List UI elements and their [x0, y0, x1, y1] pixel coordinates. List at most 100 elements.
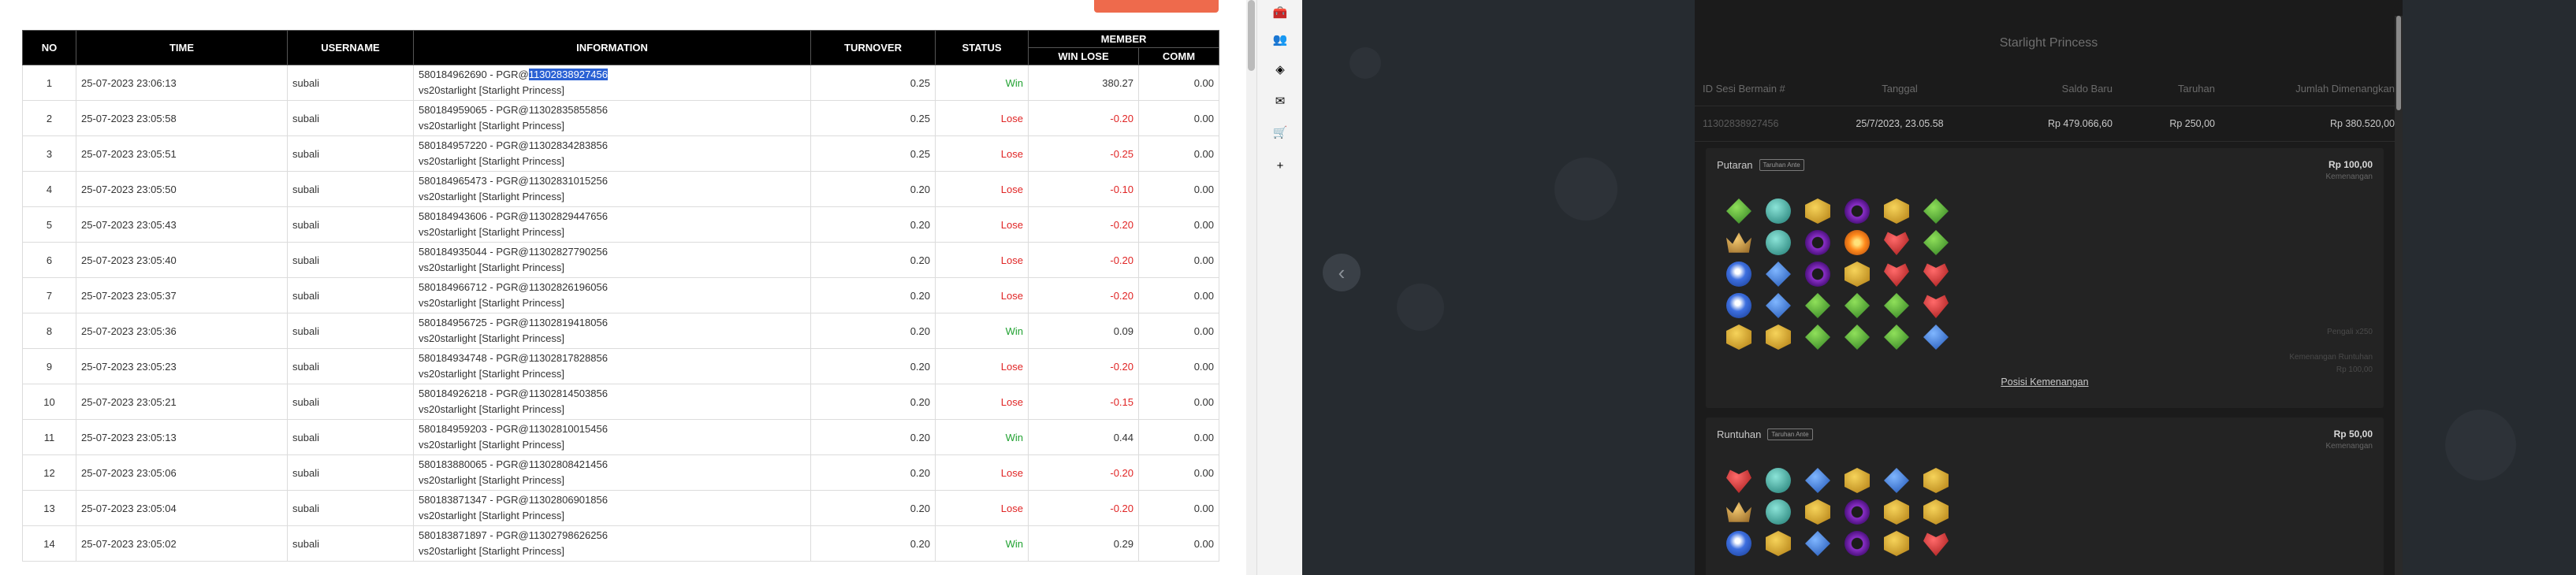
table-row[interactable]: 10 25-07-2023 23:05:21 subali 580184926218 …: [22, 384, 1219, 420]
row-username: subali: [287, 242, 414, 278]
round-id[interactable]: 11302827790256: [529, 246, 608, 258]
row-comm: 0.00: [1138, 419, 1219, 455]
table-row[interactable]: 6 25-07-2023 23:05:40 subali 580184935044 -…: [22, 242, 1219, 278]
row-username: subali: [287, 277, 414, 313]
row-username: subali: [287, 490, 414, 526]
bet-reference[interactable]: 580183880065 - PGR@11302808421456: [419, 457, 806, 473]
table-row[interactable]: 7 25-07-2023 23:05:37 subali 580184966712 -…: [22, 277, 1219, 313]
table-row[interactable]: 4 25-07-2023 23:05:50 subali 580184965473 -…: [22, 171, 1219, 207]
action-button[interactable]: [1094, 0, 1219, 13]
row-username: subali: [287, 454, 414, 491]
row-comm: 0.00: [1138, 65, 1219, 101]
bet-reference[interactable]: 580184966712 - PGR@11302826196056: [419, 280, 806, 295]
round-id[interactable]: 11302810015456: [529, 423, 608, 435]
table-row[interactable]: 11 25-07-2023 23:05:13 subali 580184959203 …: [22, 419, 1219, 455]
row-time: 25-07-2023 23:05:36: [76, 313, 288, 349]
col-header-information[interactable]: INFORMATION: [413, 30, 811, 65]
row-turnover: 0.20: [810, 348, 936, 384]
ante-bet-tag: Taruhan Ante: [1767, 428, 1813, 440]
row-information: 580184965473 - PGR@11302831015256 vs20sta…: [413, 171, 811, 207]
row-time: 25-07-2023 23:05:51: [76, 135, 288, 172]
round-id[interactable]: 11302829447656: [529, 210, 608, 222]
page-scrollbar[interactable]: [1246, 0, 1256, 575]
date-value: 25/7/2023, 23.05.58: [1856, 118, 1944, 129]
row-status: Win: [935, 419, 1029, 455]
row-win-lose: 0.44: [1028, 419, 1139, 455]
row-information: 580183871897 - PGR@11302798626256 vs20sta…: [413, 525, 811, 562]
row-win-lose: -0.20: [1028, 277, 1139, 313]
row-time: 25-07-2023 23:05:21: [76, 384, 288, 420]
row-turnover: 0.20: [810, 171, 936, 207]
round-id[interactable]: 11302819418056: [529, 317, 608, 328]
bet-reference[interactable]: 580184965473 - PGR@11302831015256: [419, 173, 806, 189]
round-id[interactable]: 11302817828856: [529, 352, 608, 364]
row-no: 8: [22, 313, 76, 349]
row-status: Lose: [935, 242, 1029, 278]
shopping-icon[interactable]: 🛒: [1272, 124, 1288, 140]
bet-reference[interactable]: 580184943606 - PGR@11302829447656: [419, 209, 806, 224]
table-row[interactable]: 2 25-07-2023 23:05:58 subali 580184959065 -…: [22, 100, 1219, 136]
ante-bet-tag: Taruhan Ante: [1759, 159, 1804, 171]
game-name: vs20starlight [Starlight Princess]: [419, 439, 564, 451]
col-header-comm[interactable]: COMM: [1138, 47, 1219, 65]
round-id[interactable]: 11302814503856: [529, 388, 608, 399]
gold-hex-symbol-icon: [1726, 325, 1751, 350]
row-no: 4: [22, 171, 76, 207]
bet-reference[interactable]: 580184959065 - PGR@11302835855856: [419, 102, 806, 118]
table-row[interactable]: 13 25-07-2023 23:05:04 subali 580183871347 …: [22, 490, 1219, 526]
toolbox-icon[interactable]: 🧰: [1272, 5, 1288, 20]
round-id[interactable]: 11302806901856: [529, 494, 608, 506]
round-id[interactable]: 11302835855856: [529, 104, 608, 116]
bet-reference[interactable]: 580184956725 - PGR@11302819418056: [419, 315, 806, 331]
col-header-username[interactable]: USERNAME: [287, 30, 414, 65]
people-icon[interactable]: 👥: [1272, 32, 1288, 47]
col-header-win-lose[interactable]: WIN LOSE: [1028, 47, 1139, 65]
row-information: 580184966712 - PGR@11302826196056 vs20sta…: [413, 277, 811, 313]
table-row[interactable]: 3 25-07-2023 23:05:51 subali 580184957220 -…: [22, 135, 1219, 172]
game-name: vs20starlight [Starlight Princess]: [419, 120, 564, 132]
bet-reference[interactable]: 580184957220 - PGR@11302834283856: [419, 138, 806, 154]
table-row[interactable]: 5 25-07-2023 23:05:43 subali 580184943606 -…: [22, 206, 1219, 243]
row-time: 25-07-2023 23:06:13: [76, 65, 288, 101]
round-id[interactable]: 11302838927456: [528, 69, 608, 80]
round-id[interactable]: 11302834283856: [529, 139, 608, 151]
row-comm: 0.00: [1138, 525, 1219, 562]
round-id[interactable]: 11302831015256: [529, 175, 608, 187]
copilot-icon[interactable]: ◈: [1272, 61, 1288, 77]
bet-reference[interactable]: 580184959203 - PGR@11302810015456: [419, 421, 806, 437]
bet-reference[interactable]: 580183871347 - PGR@11302806901856: [419, 492, 806, 508]
tumble-amount: Rp 50,00: [2333, 428, 2373, 440]
panel-scrollbar-thumb[interactable]: [2396, 16, 2401, 110]
col-header-status[interactable]: STATUS: [935, 30, 1029, 65]
panel-scrollbar[interactable]: [2395, 16, 2403, 575]
round-id[interactable]: 11302798626256: [529, 529, 608, 541]
table-row[interactable]: 9 25-07-2023 23:05:23 subali 580184934748 -…: [22, 348, 1219, 384]
spin-title-row: Putaran Taruhan Ante: [1717, 159, 1804, 171]
table-row[interactable]: 1 25-07-2023 23:06:13 subali 580184962690 -…: [22, 65, 1219, 101]
winning-positions-link[interactable]: Posisi Kemenangan: [1706, 377, 2384, 388]
add-icon[interactable]: +: [1272, 158, 1288, 173]
round-id[interactable]: 11302826196056: [529, 281, 608, 293]
col-header-turnover[interactable]: TURNOVER: [810, 30, 936, 65]
table-row[interactable]: 8 25-07-2023 23:05:36 subali 580184956725 -…: [22, 313, 1219, 349]
bet-reference[interactable]: 580184962690 - PGR@11302838927456: [419, 67, 806, 83]
round-id[interactable]: 11302808421456: [529, 458, 608, 470]
page-scrollbar-thumb[interactable]: [1248, 0, 1255, 71]
purple-ring-symbol-icon: [1805, 230, 1830, 255]
bet-reference[interactable]: 580183871897 - PGR@11302798626256: [419, 528, 806, 543]
row-no: 13: [22, 490, 76, 526]
previous-arrow-icon[interactable]: ‹: [1323, 254, 1361, 291]
game-name: vs20starlight [Starlight Princess]: [419, 84, 564, 96]
row-no: 14: [22, 525, 76, 562]
col-header-time[interactable]: TIME: [76, 30, 288, 65]
bet-reference[interactable]: 580184926218 - PGR@11302814503856: [419, 386, 806, 402]
row-turnover: 0.20: [810, 419, 936, 455]
col-header-no[interactable]: NO: [22, 30, 76, 65]
table-row[interactable]: 12 25-07-2023 23:05:06 subali 580183880065 …: [22, 454, 1219, 491]
row-comm: 0.00: [1138, 490, 1219, 526]
table-row[interactable]: 14 25-07-2023 23:05:02 subali 580183871897 …: [22, 525, 1219, 562]
bet-reference[interactable]: 580184934748 - PGR@11302817828856: [419, 351, 806, 366]
outlook-icon[interactable]: ✉: [1272, 93, 1288, 109]
bet-reference[interactable]: 580184935044 - PGR@11302827790256: [419, 244, 806, 260]
row-turnover: 0.20: [810, 313, 936, 349]
